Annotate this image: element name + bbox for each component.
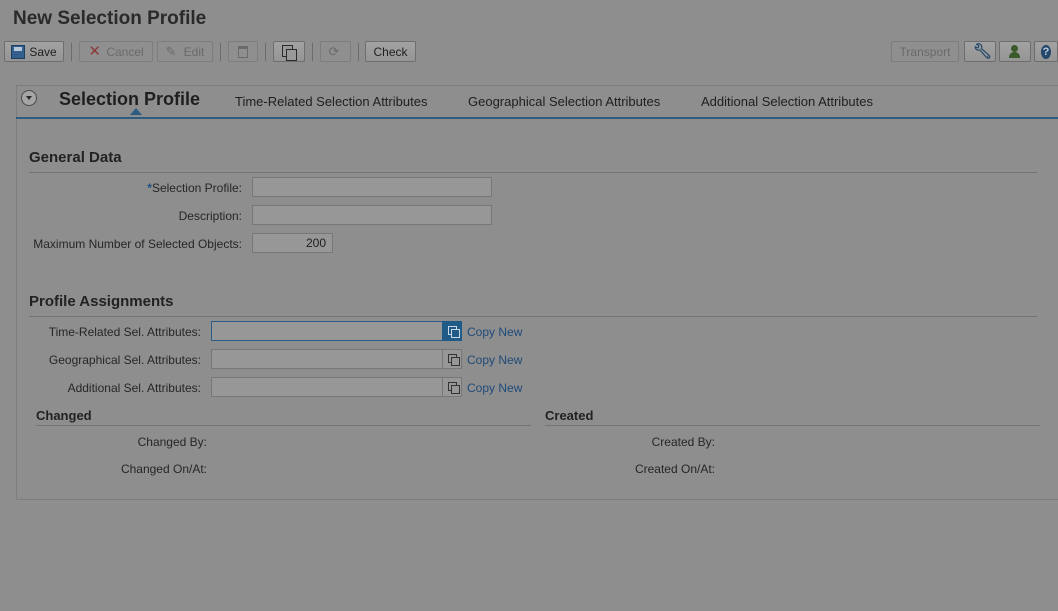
toolbar-separator <box>358 43 359 61</box>
value-help-icon[interactable] <box>442 377 462 397</box>
max-objects-label: Maximum Number of Selected Objects: <box>33 237 242 251</box>
tab-additional[interactable]: Additional Selection Attributes <box>701 94 873 109</box>
collapse-toggle-icon[interactable] <box>21 90 37 106</box>
delete-button[interactable] <box>228 41 258 62</box>
save-button[interactable]: Save <box>4 41 64 62</box>
refresh-button[interactable]: ⟳ <box>320 41 351 62</box>
settings-button[interactable]: 🔧︎ <box>964 41 996 62</box>
copy-button[interactable] <box>273 41 305 62</box>
save-icon <box>11 44 26 59</box>
tab-time-related[interactable]: Time-Related Selection Attributes <box>235 94 427 109</box>
geographical-label: Geographical Sel. Attributes: <box>48 353 201 367</box>
user-settings-icon <box>1008 44 1022 59</box>
tab-strip: Selection Profile Time-Related Selection… <box>16 85 1058 119</box>
changed-divider <box>36 425 531 426</box>
profile-assignments-title: Profile Assignments <box>29 293 174 310</box>
toolbar-separator <box>220 43 221 61</box>
edit-icon: ✎ <box>165 43 177 59</box>
delete-icon <box>238 45 248 58</box>
changed-by-label: Changed By: <box>137 435 207 449</box>
save-label: Save <box>29 44 57 59</box>
copy-new-link-time[interactable]: Copy New <box>467 325 522 339</box>
wrench-icon: 🔧︎ <box>973 42 993 60</box>
changed-on-label: Changed On/At: <box>120 462 207 476</box>
toolbar-separator <box>312 43 313 61</box>
toolbar: Save ✕ Cancel ✎ Edit ⟳ Check Transport 🔧… <box>0 41 1058 65</box>
description-input[interactable] <box>252 205 492 225</box>
toolbar-separator <box>265 43 266 61</box>
transport-button[interactable]: Transport <box>891 41 959 62</box>
description-label: Description: <box>178 209 242 223</box>
check-label: Check <box>373 44 408 59</box>
edit-label: Edit <box>183 44 205 59</box>
tab-selection-profile[interactable]: Selection Profile <box>59 89 200 110</box>
help-button[interactable]: ? <box>1034 41 1058 62</box>
changed-title: Changed <box>36 408 92 423</box>
title-bar: New Selection Profile <box>0 0 1058 40</box>
created-on-label: Created On/At: <box>634 462 715 476</box>
created-by-label: Created By: <box>651 435 715 449</box>
value-help-icon[interactable] <box>442 349 462 369</box>
section-divider <box>29 172 1037 173</box>
selection-profile-input[interactable] <box>252 177 492 197</box>
created-divider <box>545 425 1040 426</box>
section-divider <box>29 316 1037 317</box>
check-button[interactable]: Check <box>365 41 416 62</box>
geographical-input[interactable] <box>211 349 443 369</box>
additional-input[interactable] <box>211 377 443 397</box>
cancel-button[interactable]: ✕ Cancel <box>79 41 153 62</box>
max-objects-input[interactable]: 200 <box>252 233 333 253</box>
refresh-icon: ⟳ <box>328 43 340 59</box>
edit-button[interactable]: ✎ Edit <box>157 41 213 62</box>
transport-label: Transport <box>899 44 951 59</box>
selection-profile-label: *Selection Profile: <box>29 181 242 195</box>
copy-icon <box>282 44 297 61</box>
help-icon: ? <box>1041 44 1051 59</box>
created-title: Created <box>545 408 594 423</box>
copy-new-link-geo[interactable]: Copy New <box>467 353 522 367</box>
selection-profile-label-text: Selection Profile: <box>151 181 242 195</box>
cancel-label: Cancel <box>106 44 144 59</box>
cancel-icon: ✕ <box>88 42 101 60</box>
additional-label: Additional Sel. Attributes: <box>67 381 201 395</box>
tab-geographical[interactable]: Geographical Selection Attributes <box>468 94 660 109</box>
toolbar-separator <box>71 43 72 61</box>
value-help-icon[interactable] <box>442 321 462 341</box>
time-related-label: Time-Related Sel. Attributes: <box>48 325 201 339</box>
copy-new-link-additional[interactable]: Copy New <box>467 381 522 395</box>
user-settings-button[interactable] <box>999 41 1031 62</box>
page-title: New Selection Profile <box>13 8 207 29</box>
time-related-input[interactable] <box>211 321 443 341</box>
active-tab-marker <box>130 108 142 115</box>
general-data-title: General Data <box>29 149 122 166</box>
